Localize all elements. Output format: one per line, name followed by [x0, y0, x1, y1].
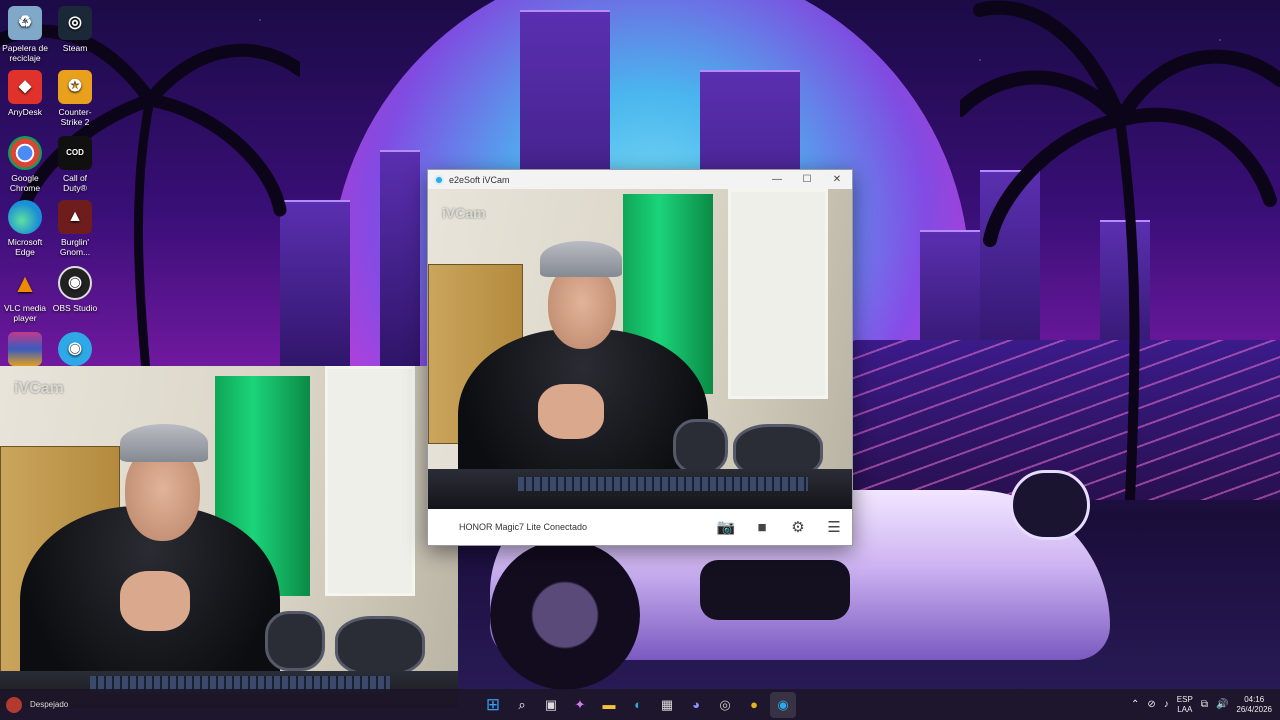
- taskbar-chrome[interactable]: ●: [741, 692, 767, 718]
- weather-label: Despejado: [30, 700, 69, 709]
- wallpaper-building: [380, 150, 420, 390]
- cod-icon: COD: [58, 136, 92, 170]
- window-title: e2eSoft iVCam: [449, 174, 510, 185]
- desktop-icon-steam[interactable]: ◎ Steam: [50, 6, 100, 53]
- desktop-icon-edge[interactable]: Microsoft Edge: [0, 200, 50, 257]
- taskbar-edge[interactable]: ◐: [625, 692, 651, 718]
- snapshot-button[interactable]: 📷: [708, 509, 744, 545]
- copilot-icon: ✦: [574, 696, 586, 712]
- minimize-button[interactable]: —: [762, 174, 792, 185]
- connection-status: HONOR Magic7 Lite Conectado: [459, 522, 588, 532]
- settings-button[interactable]: ⚙: [780, 509, 816, 545]
- ivcam-window: e2eSoft iVCam — ☐ ✕ iVCam HONOR Magic7 L…: [427, 169, 853, 546]
- taskbar: Despejado ⊞ ⌕ ▣ ✦ ▬ ◐ ▦ ◕ ◎ ● ◉ ⌃ ⊘ ♪ ES…: [0, 689, 1280, 720]
- search-icon: ⌕: [518, 696, 526, 712]
- steam-icon: ◎: [58, 6, 92, 40]
- chrome-icon: [8, 136, 42, 170]
- edge-icon: ◐: [634, 697, 642, 712]
- vlc-icon: ▲: [12, 268, 38, 298]
- taskbar-store[interactable]: ▦: [654, 692, 680, 718]
- discord-icon: ◕: [692, 697, 700, 712]
- anydesk-icon: ◆: [8, 70, 42, 104]
- language-indicator[interactable]: ESP LAA: [1177, 695, 1193, 715]
- task-view-icon: ▣: [544, 696, 558, 712]
- gear-icon: ⚙: [791, 519, 805, 536]
- desktop-icon-obs-studio[interactable]: ◉ OBS Studio: [50, 266, 100, 313]
- volume-icon[interactable]: 🔊: [1216, 699, 1228, 710]
- wallpaper-palm-tree: [960, 0, 1280, 500]
- taskbar-steam[interactable]: ◎: [712, 692, 738, 718]
- ivcam-icon: ◉: [777, 696, 789, 712]
- desktop-icon-call-of-duty[interactable]: COD Call of Duty®: [50, 136, 100, 193]
- desktop-icon-chrome[interactable]: Google Chrome: [0, 136, 50, 193]
- clock[interactable]: 04:16 26/4/2026: [1236, 695, 1272, 715]
- system-tray: ⌃ ⊘ ♪ ESP LAA ⧉ 🔊 04:16 26/4/2026: [1131, 689, 1272, 720]
- clock-date: 26/4/2026: [1236, 704, 1272, 714]
- chrome-icon: ●: [750, 697, 758, 712]
- feed-watermark: iVCam: [442, 205, 486, 221]
- weather-icon: [6, 696, 22, 713]
- desktop-icon-burglin-gnomes[interactable]: ▲ Burglin' Gnom...: [50, 200, 100, 257]
- desktop-icon-vlc[interactable]: ▲ VLC media player: [0, 266, 50, 323]
- obs-icon: ◉: [58, 266, 92, 300]
- video-camera-icon: ■: [757, 518, 767, 536]
- taskbar-copilot[interactable]: ✦: [567, 692, 593, 718]
- clock-time: 04:16: [1244, 694, 1265, 704]
- taskbar-discord[interactable]: ◕: [683, 692, 709, 718]
- desktop-icon-recycle-bin[interactable]: ♻ Papelera de reciclaje: [0, 6, 50, 63]
- windows-start-icon: ⊞: [485, 694, 501, 714]
- file-explorer-icon: ▬: [602, 697, 616, 712]
- desktop-icon-anydesk[interactable]: ◆ AnyDesk: [0, 70, 50, 117]
- record-button[interactable]: ■: [744, 509, 780, 545]
- hamburger-menu-icon: ☰: [827, 519, 841, 536]
- microsoft-store-icon: ▦: [660, 696, 674, 712]
- recycle-bin-icon: ♻: [8, 6, 42, 40]
- ivcam-icon: ◉: [58, 332, 92, 366]
- camera-icon: 📷: [716, 519, 736, 536]
- start-button[interactable]: ⊞: [480, 692, 506, 718]
- taskbar-apps: ⊞ ⌕ ▣ ✦ ▬ ◐ ▦ ◕ ◎ ● ◉: [480, 689, 796, 720]
- microphone-icon[interactable]: ♪: [1164, 699, 1169, 710]
- maximize-button[interactable]: ☐: [792, 174, 822, 185]
- notifications-off-icon[interactable]: ⊘: [1147, 699, 1155, 710]
- edge-icon: [8, 200, 42, 234]
- preview-watermark: iVCam: [14, 380, 64, 397]
- taskbar-file-explorer[interactable]: ▬: [596, 692, 622, 718]
- winrar-icon: [8, 332, 42, 366]
- ivcam-icon: [434, 174, 444, 185]
- task-view-button[interactable]: ▣: [538, 692, 564, 718]
- cs2-icon: ✪: [58, 70, 92, 104]
- desktop-icon-counter-strike-2[interactable]: ✪ Counter-Strike 2: [50, 70, 100, 127]
- menu-button[interactable]: ☰: [816, 509, 852, 545]
- camera-feed: iVCam: [428, 189, 852, 509]
- burglin-gnomes-icon: ▲: [58, 200, 92, 234]
- window-statusbar: HONOR Magic7 Lite Conectado 📷 ■ ⚙ ☰: [458, 509, 852, 545]
- network-icon[interactable]: ⧉: [1201, 699, 1208, 710]
- weather-widget[interactable]: Despejado: [6, 689, 68, 720]
- chevron-up-icon[interactable]: ⌃: [1131, 699, 1139, 710]
- taskbar-ivcam[interactable]: ◉: [770, 691, 796, 718]
- close-button[interactable]: ✕: [822, 174, 852, 185]
- steam-icon: ◎: [719, 696, 731, 712]
- feed-window: [325, 366, 415, 596]
- desktop-icon-ivcam[interactable]: ◉: [50, 332, 100, 369]
- desktop-icon-winrar[interactable]: [0, 332, 50, 369]
- camera-preview-overlay: iVCam: [0, 366, 458, 708]
- window-titlebar[interactable]: e2eSoft iVCam — ☐ ✕: [428, 170, 852, 189]
- taskbar-search-button[interactable]: ⌕: [509, 692, 535, 718]
